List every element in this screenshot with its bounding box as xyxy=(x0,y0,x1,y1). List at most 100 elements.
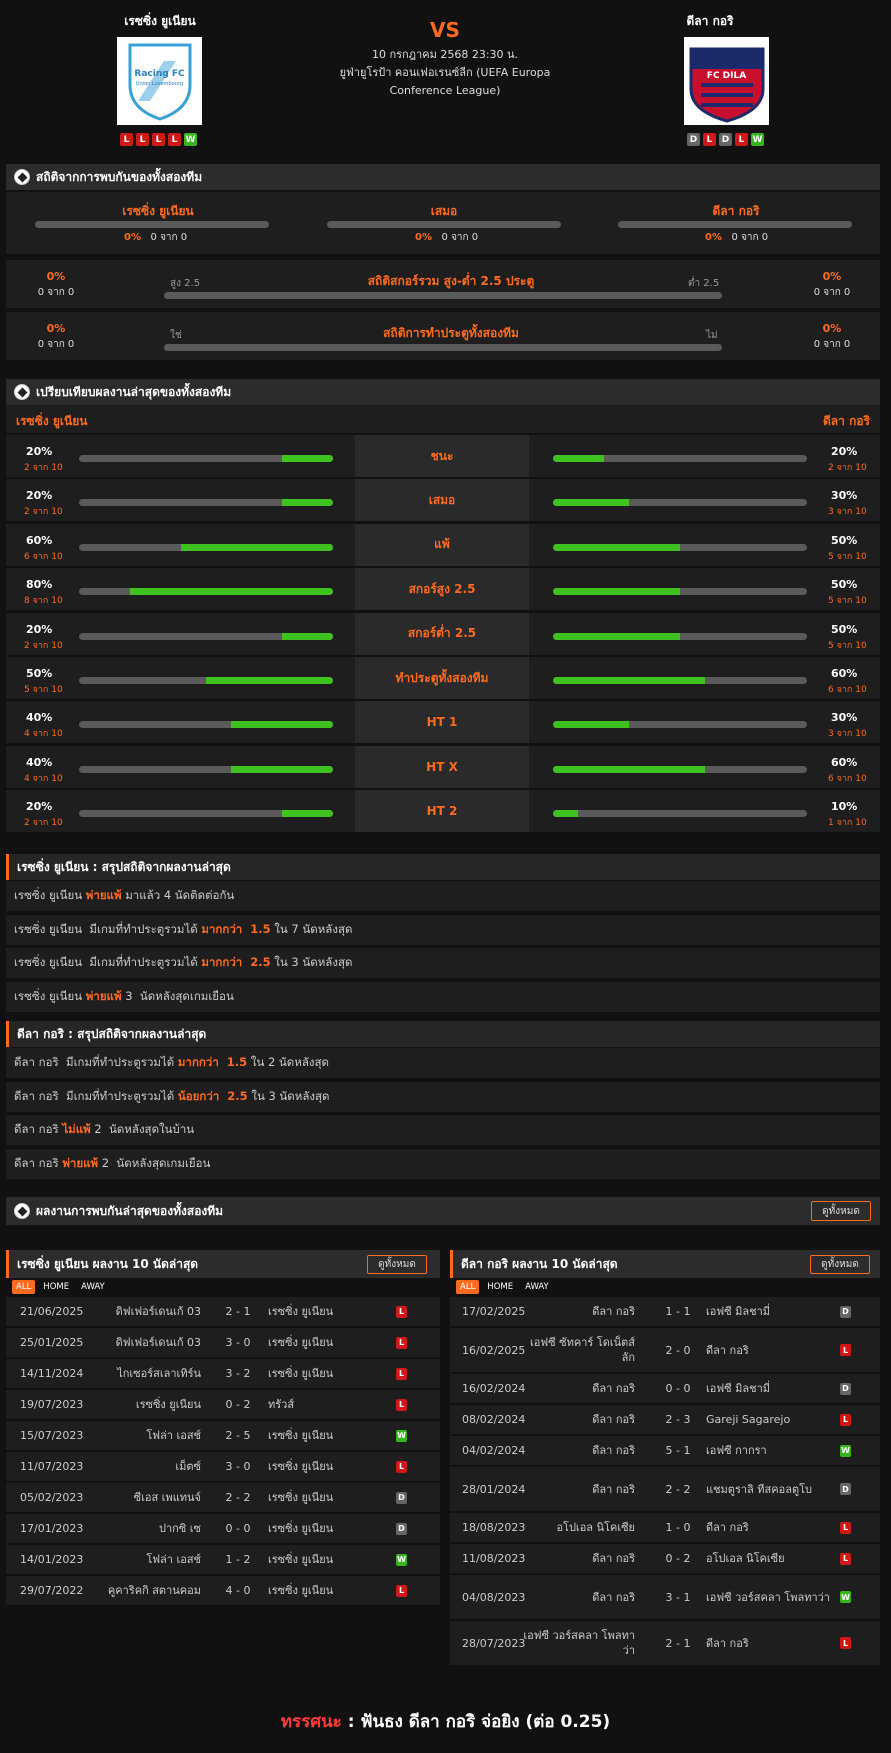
away-pct: 60% xyxy=(831,755,858,769)
match-score: 3 - 0 xyxy=(225,1460,251,1473)
match-home-team[interactable]: เอฟซี ซัทคาร์ โดเน็ตส์ ลัก xyxy=(515,1328,635,1372)
match-row[interactable]: 08/02/2024 ดีลา กอริ 2 - 3 Gareji Sagarejo L xyxy=(450,1405,880,1435)
summary-line: ดีลา กอริ มีเกมที่ทำประตูรวมได้ มากกว่า … xyxy=(6,1048,880,1078)
match-row[interactable]: 15/07/2023 โฟล่า เอสช์ 2 - 5 เรซซิ่ง ยูเนีย… xyxy=(6,1421,440,1451)
match-home-team[interactable]: ปากซิ เซ xyxy=(96,1514,201,1543)
away-team-logo[interactable]: FC DILA xyxy=(684,37,769,125)
match-row[interactable]: 14/01/2023 โฟล่า เอสช์ 1 - 2 เรซซิ่ง ยูเนีย… xyxy=(6,1545,440,1575)
match-away-team[interactable]: ดีลา กอริ xyxy=(706,1328,836,1372)
summary-line: เรซซิ่ง ยูเนียน พ่ายแพ้ มาแล้ว 4 นัดติดต… xyxy=(6,881,880,911)
match-row[interactable]: 17/01/2023 ปากซิ เซ 0 - 0 เรซซิ่ง ยูเนียน D xyxy=(6,1514,440,1544)
match-result: D xyxy=(396,1483,407,1512)
match-score: 2 - 1 xyxy=(225,1305,251,1318)
match-home-team[interactable]: ดีลา กอริ xyxy=(515,1297,635,1326)
tab-all[interactable]: ALL xyxy=(12,1280,36,1294)
home-sub: 2 จาก 10 xyxy=(24,507,63,518)
match-row[interactable]: 29/07/2022 คูคาริคกิ สตานคอม 4 - 0 เรซซิ่ง … xyxy=(6,1576,440,1606)
summary-line: เรซซิ่ง ยูเนียน พ่ายแพ้ 3 นัดหลังสุดเกมเ… xyxy=(6,981,880,1012)
match-away-team[interactable]: ดีลา กอริ xyxy=(706,1621,836,1665)
match-row[interactable]: 04/02/2024 ดีลา กอริ 5 - 1 เอฟซี กากรา W xyxy=(450,1436,880,1466)
home-pct: 40% xyxy=(26,755,53,769)
match-away-team[interactable]: เอฟซี กากรา xyxy=(706,1436,836,1465)
match-home-team[interactable]: คูคาริคกิ สตานคอม xyxy=(96,1576,201,1605)
match-row[interactable]: 17/02/2025 ดีลา กอริ 1 - 1 เอฟซี มิลชามี่ D xyxy=(450,1297,880,1327)
h2h-home-pct: 0% xyxy=(124,232,141,243)
match-row[interactable]: 21/06/2025 ดิฟเฟอร์เดนเก้ 03 2 - 1 เรซซิ่ง … xyxy=(6,1297,440,1327)
match-away-team[interactable]: เอฟซี มิลชามี่ xyxy=(706,1374,836,1403)
match-row[interactable]: 04/08/2023 ดีลา กอริ 3 - 1 เอฟซี วอร์สคลา โ… xyxy=(450,1575,880,1620)
compare-row: 20% 2 จาก 10 สกอร์ต่ำ 2.5 50% 5 จาก 10 xyxy=(6,612,880,656)
match-row[interactable]: 05/02/2023 ซีเอส เพแทนจ์ 2 - 2 เรซซิ่ง ยูเน… xyxy=(6,1483,440,1513)
match-score: 2 - 0 xyxy=(665,1343,691,1357)
match-home-team[interactable]: เรซซิ่ง ยูเนียน xyxy=(96,1390,201,1419)
tab-away[interactable]: AWAY xyxy=(521,1280,553,1294)
summary-text: 2 นัดหลังสุดในบ้าน xyxy=(90,1122,195,1137)
away-team-name[interactable]: ดีลา กอริ xyxy=(610,12,810,31)
match-row[interactable]: 18/08/2023 อโปเอล นิโคเซีย 1 - 0 ดีลา กอริ L xyxy=(450,1513,880,1543)
home-team-name[interactable]: เรซซิ่ง ยูเนียน xyxy=(60,12,260,31)
match-away-team[interactable]: ดีลา กอริ xyxy=(706,1513,836,1542)
match-result: L xyxy=(840,1621,851,1665)
away-pct: 10% xyxy=(831,800,858,814)
stat-label: ชนะ xyxy=(355,435,529,477)
match-home-team[interactable]: ดีลา กอริ xyxy=(515,1467,635,1511)
match-home-team[interactable]: ดีลา กอริ xyxy=(515,1436,635,1465)
match-home-team[interactable]: เม็ตซ์ xyxy=(96,1452,201,1481)
match-row[interactable]: 28/07/2023 เอฟซี วอร์สคลา โพลทาว่า 2 - 1 ดี… xyxy=(450,1621,880,1666)
match-away-team[interactable]: Gareji Sagarejo xyxy=(706,1405,836,1434)
away-matches-view-all-button[interactable]: ดูทั้งหมด xyxy=(810,1255,870,1274)
away-form-badges: DLDLW xyxy=(687,133,764,146)
away-pct: 30% xyxy=(831,711,858,725)
match-result: L xyxy=(396,1328,407,1357)
match-result: W xyxy=(396,1421,407,1450)
recent-view-all-button[interactable]: ดูทั้งหมด xyxy=(811,1201,871,1221)
match-row[interactable]: 28/01/2024 ดีลา กอริ 2 - 2 แชมตูราลิ ทีสคอล… xyxy=(450,1467,880,1512)
match-row[interactable]: 25/01/2025 ดิฟเฟอร์เดนเก้ 03 3 - 0 เรซซิ่ง … xyxy=(6,1328,440,1358)
summary-text: ใน 2 นัดหลังสุด xyxy=(247,1055,329,1069)
match-row[interactable]: 11/08/2023 ดีลา กอริ 0 - 2 อโปเอล นิโคเซีย L xyxy=(450,1544,880,1574)
home-sub: 2 จาก 10 xyxy=(24,818,63,829)
match-result: D xyxy=(840,1467,851,1511)
match-home-team[interactable]: ดีลา กอริ xyxy=(515,1374,635,1403)
match-home-team[interactable]: เอฟซี วอร์สคลา โพลทาว่า xyxy=(515,1621,635,1665)
away-sub: 5 จาก 10 xyxy=(828,640,867,651)
match-away-team[interactable]: แชมตูราลิ ทีสคอลตูโบ xyxy=(706,1467,836,1511)
tab-all[interactable]: ALL xyxy=(456,1280,480,1294)
home-pct: 60% xyxy=(26,533,53,547)
summary-text: ใน 7 นัดหลังสุด xyxy=(270,921,353,936)
match-row[interactable]: 16/02/2024 ดีลา กอริ 0 - 0 เอฟซี มิลชามี่ D xyxy=(450,1374,880,1404)
match-home-team[interactable]: ไกเซอร์สเลาเทิร์น xyxy=(96,1359,201,1388)
match-home-team[interactable]: ดีลา กอริ xyxy=(515,1575,635,1619)
result-badge: L xyxy=(840,1552,851,1565)
match-row[interactable]: 14/11/2024 ไกเซอร์สเลาเทิร์น 3 - 2 เรซซิ่ง … xyxy=(6,1359,440,1389)
match-home-team[interactable]: ดิฟเฟอร์เดนเก้ 03 xyxy=(96,1297,201,1326)
h2h-draw-sub: 0 จาก 0 xyxy=(441,232,479,243)
result-badge: W xyxy=(396,1429,407,1442)
result-badge: W xyxy=(396,1553,407,1566)
match-home-team[interactable]: โฟล่า เอสช์ xyxy=(96,1545,201,1574)
match-row[interactable]: 16/02/2025 เอฟซี ซัทคาร์ โดเน็ตส์ ลัก 2 - … xyxy=(450,1328,880,1373)
match-home-team[interactable]: ดีลา กอริ xyxy=(515,1405,635,1434)
home-matches-view-all-button[interactable]: ดูทั้งหมด xyxy=(367,1255,427,1274)
match-home-team[interactable]: ดิฟเฟอร์เดนเก้ 03 xyxy=(96,1328,201,1357)
match-home-team[interactable]: โฟล่า เอสช์ xyxy=(96,1421,201,1450)
match-home-team[interactable]: อโปเอล นิโคเซีย xyxy=(515,1513,635,1542)
match-row[interactable]: 19/07/2023 เรซซิ่ง ยูเนียน 0 - 2 ทรัวส์ L xyxy=(6,1390,440,1420)
match-score: 1 - 2 xyxy=(225,1553,251,1566)
stat-label: แพ้ xyxy=(355,523,529,566)
match-away-team[interactable]: อโปเอล นิโคเซีย xyxy=(706,1544,836,1573)
match-result: L xyxy=(396,1452,407,1481)
tab-home[interactable]: HOME xyxy=(483,1280,517,1294)
match-home-team[interactable]: ซีเอส เพแทนจ์ xyxy=(96,1483,201,1512)
summary-highlight: มากกว่า 1.5 xyxy=(177,1055,248,1069)
tab-home[interactable]: HOME xyxy=(39,1280,73,1294)
match-row[interactable]: 11/07/2023 เม็ตซ์ 3 - 0 เรซซิ่ง ยูเนียน L xyxy=(6,1452,440,1482)
match-away-team[interactable]: เอฟซี วอร์สคลา โพลทาว่า xyxy=(706,1575,836,1619)
match-home-team[interactable]: ดีลา กอริ xyxy=(515,1544,635,1573)
result-badge: D xyxy=(840,1483,851,1495)
home-team-logo[interactable]: Racing FC Union Luxembourg xyxy=(117,37,202,125)
match-away-team[interactable]: เอฟซี มิลชามี่ xyxy=(706,1297,836,1326)
tab-away[interactable]: AWAY xyxy=(77,1280,109,1294)
home-bar xyxy=(79,499,333,507)
away-bar-fill xyxy=(553,765,706,773)
